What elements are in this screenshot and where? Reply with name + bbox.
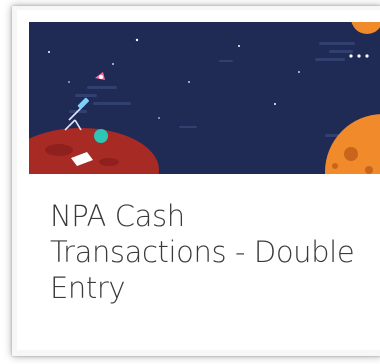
globe-icon (94, 129, 108, 143)
card-banner-image (29, 22, 380, 174)
card-title[interactable]: NPA Cash Transactions - Double Entry (50, 198, 380, 306)
course-card[interactable]: NPA Cash Transactions - Double Entry (17, 10, 380, 350)
